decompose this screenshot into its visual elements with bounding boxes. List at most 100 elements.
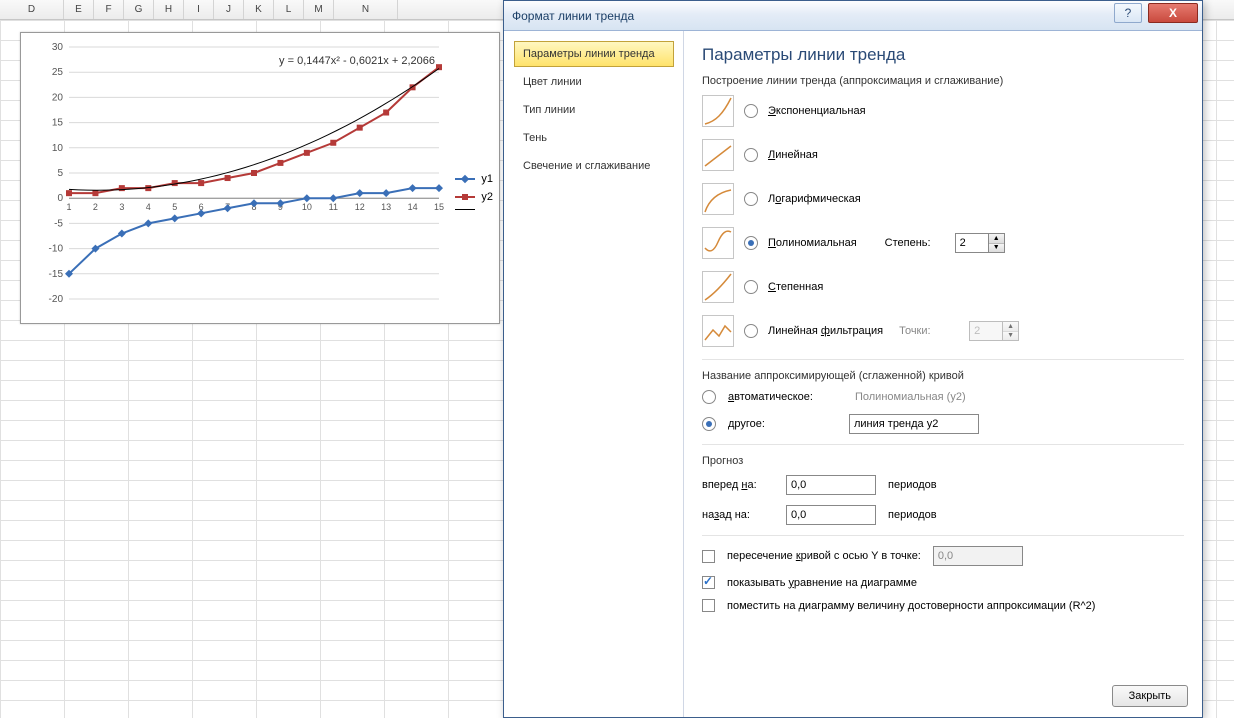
col-header[interactable]: E	[64, 0, 94, 19]
format-trendline-dialog: Формат линии тренда ? X Параметры линии …	[503, 0, 1203, 718]
group-curve-name: Название аппроксимирующей (сглаженной) к…	[702, 370, 1184, 382]
svg-text:30: 30	[52, 42, 64, 53]
col-header[interactable]: M	[304, 0, 334, 19]
svg-text:3: 3	[119, 202, 124, 212]
dialog-title: Формат линии тренда	[512, 9, 634, 23]
svg-text:14: 14	[408, 202, 418, 212]
svg-text:10: 10	[302, 202, 312, 212]
radio-power[interactable]	[744, 280, 758, 294]
radio-auto-name[interactable]	[702, 390, 716, 404]
degree-label: Степень:	[885, 237, 949, 249]
spinner-up-icon: ▲	[1003, 322, 1018, 332]
svg-text:4: 4	[146, 202, 151, 212]
trend-icon-exponential	[702, 95, 734, 127]
label-show-equation: показывать уравнение на диаграмме	[727, 577, 917, 589]
svg-text:-5: -5	[54, 218, 63, 229]
sidebar-item-line-color[interactable]: Цвет линии	[514, 69, 674, 95]
auto-name-value: Полиномиальная (y2)	[855, 391, 966, 403]
chart-svg: -20-15-10-505101520253012345678910111213…	[69, 41, 439, 317]
col-header[interactable]: G	[124, 0, 154, 19]
label-logarithmic: Логарифмическая	[768, 193, 861, 205]
trend-icon-logarithmic	[702, 183, 734, 215]
points-label: Точки:	[899, 325, 963, 337]
forward-input[interactable]	[786, 475, 876, 495]
label-exponential: ЭЭкспоненциальнаякспоненциальная	[768, 105, 866, 117]
radio-logarithmic[interactable]	[744, 192, 758, 206]
radio-polynomial[interactable]	[744, 236, 758, 250]
dialog-titlebar[interactable]: Формат линии тренда ? X	[504, 1, 1202, 31]
points-spinner: ▲▼	[969, 321, 1019, 341]
col-header[interactable]: H	[154, 0, 184, 19]
checkbox-show-r2[interactable]	[702, 599, 715, 612]
spinner-down-icon[interactable]: ▼	[989, 244, 1004, 253]
legend-marker-y1	[455, 178, 475, 180]
embedded-chart[interactable]: -20-15-10-505101520253012345678910111213…	[20, 32, 500, 324]
label-show-r2: поместить на диаграмму величину достовер…	[727, 600, 1095, 612]
radio-exponential[interactable]	[744, 104, 758, 118]
panel-heading: Параметры линии тренда	[702, 45, 1184, 65]
svg-text:11: 11	[329, 202, 338, 212]
degree-input[interactable]	[956, 234, 988, 252]
chart-legend: y1 y2	[455, 173, 493, 216]
col-header[interactable]: I	[184, 0, 214, 19]
svg-text:-20: -20	[49, 294, 64, 305]
radio-moving-average[interactable]	[744, 324, 758, 338]
col-header[interactable]: L	[274, 0, 304, 19]
help-button[interactable]: ?	[1114, 3, 1142, 23]
svg-text:15: 15	[52, 118, 64, 129]
sidebar-item-line-style[interactable]: Тип линии	[514, 97, 674, 123]
spinner-up-icon[interactable]: ▲	[989, 234, 1004, 244]
dialog-panel: Параметры линии тренда Построение линии …	[684, 31, 1202, 717]
svg-text:25: 25	[52, 67, 64, 78]
legend-marker-y2	[455, 196, 475, 198]
col-header[interactable]: J	[214, 0, 244, 19]
close-button[interactable]: X	[1148, 3, 1198, 23]
checkbox-intercept[interactable]	[702, 550, 715, 563]
plot-area: -20-15-10-505101520253012345678910111213…	[69, 41, 439, 317]
svg-text:5: 5	[57, 168, 63, 179]
col-header[interactable]: K	[244, 0, 274, 19]
help-icon: ?	[1125, 6, 1132, 20]
sidebar-item-trendline-options[interactable]: Параметры линии тренда	[514, 41, 674, 67]
points-input	[970, 322, 1002, 340]
svg-text:20: 20	[52, 92, 64, 103]
svg-text:2: 2	[93, 202, 98, 212]
back-input[interactable]	[786, 505, 876, 525]
forward-periods: периодов	[888, 479, 937, 491]
col-header[interactable]: D	[0, 0, 64, 19]
other-name-input[interactable]	[849, 414, 979, 434]
spinner-down-icon: ▼	[1003, 332, 1018, 341]
radio-other-name[interactable]	[702, 417, 716, 431]
close-icon: X	[1169, 6, 1177, 20]
trend-icon-power	[702, 271, 734, 303]
legend-label: y2	[481, 191, 493, 203]
svg-text:0: 0	[57, 193, 63, 204]
svg-text:-15: -15	[49, 269, 64, 280]
intercept-input	[933, 546, 1023, 566]
legend-label: y1	[481, 173, 493, 185]
checkbox-show-equation[interactable]	[702, 576, 715, 589]
trend-icon-moving-average	[702, 315, 734, 347]
dialog-close-button[interactable]: Закрыть	[1112, 685, 1188, 707]
col-header[interactable]: N	[334, 0, 398, 19]
group-trend-type: Построение линии тренда (аппроксимация и…	[702, 75, 1184, 87]
svg-text:12: 12	[355, 202, 365, 212]
trend-icon-linear	[702, 139, 734, 171]
trend-icon-polynomial	[702, 227, 734, 259]
label-auto-name: автоматическое:	[728, 391, 813, 403]
label-power: Степенная	[768, 281, 823, 293]
svg-text:1: 1	[66, 202, 71, 212]
svg-text:13: 13	[381, 202, 391, 212]
label-other-name: другое:	[728, 418, 765, 430]
sidebar-item-shadow[interactable]: Тень	[514, 125, 674, 151]
back-periods: периодов	[888, 509, 937, 521]
group-forecast: Прогноз	[702, 455, 1184, 467]
radio-linear[interactable]	[744, 148, 758, 162]
svg-text:-10: -10	[49, 244, 64, 255]
degree-spinner[interactable]: ▲▼	[955, 233, 1005, 253]
svg-text:10: 10	[52, 143, 64, 154]
sidebar-item-glow[interactable]: Свечение и сглаживание	[514, 153, 674, 179]
label-moving-average: Линейная фильтрация	[768, 325, 883, 337]
svg-text:5: 5	[172, 202, 177, 212]
col-header[interactable]: F	[94, 0, 124, 19]
